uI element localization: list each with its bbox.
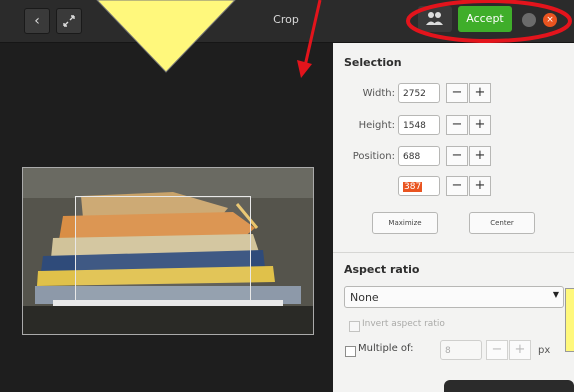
callout-box (565, 288, 574, 352)
annotation-overlay (96, 0, 572, 78)
red-arrow-line (303, 0, 322, 67)
red-arrow-head (297, 60, 312, 78)
highlight-ellipse (406, 0, 572, 43)
callout-arrow-shape (96, 0, 236, 73)
